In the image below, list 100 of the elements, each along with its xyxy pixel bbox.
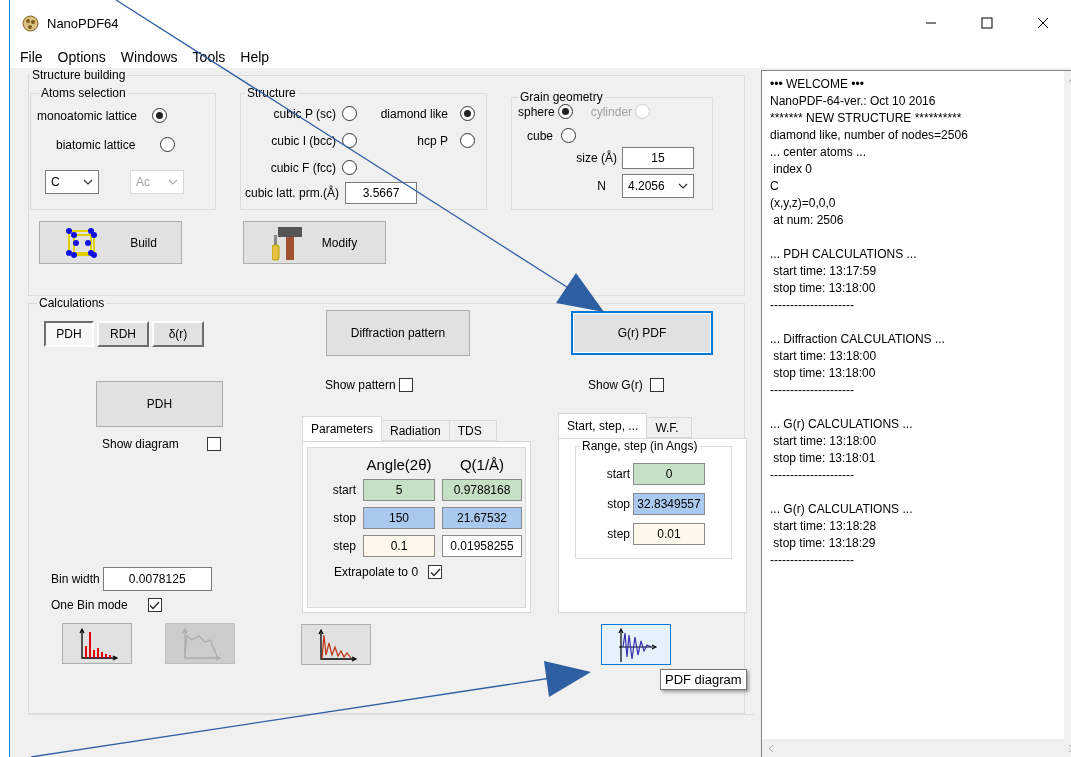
field-label: Bin width xyxy=(51,572,100,586)
radio-button[interactable] xyxy=(561,128,577,143)
log-line: ... G(r) CALCULATIONS ... xyxy=(770,501,914,518)
column-header: Angle(2θ) xyxy=(365,456,433,473)
chevron-icon xyxy=(678,183,688,189)
checkbox-label: Show G(r) xyxy=(588,378,643,392)
log-line: ******* NEW STRUCTURE ********** xyxy=(770,110,963,127)
row-label: step xyxy=(332,539,356,553)
bin-width-field[interactable]: 0.0078125 xyxy=(102,567,212,591)
checkbox-label: Show pattern xyxy=(325,378,396,392)
option-label: sphere xyxy=(518,104,555,119)
log-line: start time: 13:18:00 xyxy=(772,348,878,365)
value-field[interactable]: 21.67532 xyxy=(442,507,522,529)
mode-tab[interactable]: RDH xyxy=(97,321,149,347)
row-label: step xyxy=(607,527,630,541)
chevron-icon xyxy=(83,179,93,185)
value-field[interactable]: 5 xyxy=(363,479,435,501)
close-icon xyxy=(1037,17,1049,29)
log-line: --------------------- xyxy=(770,297,855,314)
checkbox[interactable] xyxy=(398,378,413,392)
pdh-button[interactable]: PDH xyxy=(96,381,223,427)
group-title: Grain geometry xyxy=(519,90,604,104)
log-line: NanoPDF-64-ver.: Oct 10 2016 xyxy=(770,93,937,110)
checkbox[interactable] xyxy=(649,378,664,392)
panel-tab[interactable]: Parameters xyxy=(302,416,383,441)
log-line: ... G(r) CALCULATIONS ... xyxy=(770,416,914,433)
value-field[interactable]: 0.9788168 xyxy=(442,479,522,501)
row-label: start xyxy=(606,467,630,481)
element-dropdown[interactable]: C xyxy=(45,170,99,194)
lattice-field[interactable]: 3.5667 xyxy=(345,182,418,204)
log-line: ... center atoms ... xyxy=(770,144,868,161)
checkbox[interactable] xyxy=(147,598,162,612)
value-field[interactable]: 0 xyxy=(633,463,705,485)
radio-button[interactable] xyxy=(557,104,573,119)
menu-item[interactable]: File xyxy=(19,49,44,65)
radio-button[interactable] xyxy=(342,106,357,121)
log-line: stop time: 13:18:29 xyxy=(772,535,877,552)
menu-item[interactable]: Options xyxy=(56,49,107,65)
checkbox[interactable] xyxy=(428,565,443,579)
checkbox-label: Extrapolate to 0 xyxy=(334,565,419,579)
log-line: index 0 xyxy=(772,161,814,178)
chevron-icon xyxy=(168,179,178,185)
gr-pdf-button[interactable]: G(r) PDF xyxy=(571,311,713,355)
size-field[interactable]: 15 xyxy=(622,147,694,169)
log-line: C xyxy=(770,178,780,195)
option-label: hcp P xyxy=(417,133,448,148)
radio-button[interactable] xyxy=(460,106,475,121)
log-line: diamond like, number of nodes=2506 xyxy=(770,127,969,144)
log-line: ... Diffraction CALCULATIONS ... xyxy=(770,331,946,348)
mode-tab[interactable]: δ(r) xyxy=(152,321,204,347)
modify-button[interactable]: Modify xyxy=(243,221,386,264)
plot-button[interactable] xyxy=(601,624,671,665)
diffraction-button[interactable]: Diffraction pattern xyxy=(326,310,470,356)
value-field[interactable]: 32.8349557 xyxy=(633,493,705,515)
log-line: at num: 2506 xyxy=(772,212,845,229)
row-label: stop xyxy=(332,511,356,525)
radio-button[interactable] xyxy=(460,133,475,148)
field-label: N xyxy=(597,179,606,193)
option-label: biatomic lattice xyxy=(56,137,136,152)
group-title: Structure building xyxy=(31,68,127,82)
field-label: size (Å) xyxy=(576,151,617,165)
panel-tab[interactable]: W.F. xyxy=(646,417,693,438)
log-line: start time: 13:18:28 xyxy=(772,518,878,535)
log-line: --------------------- xyxy=(770,382,855,399)
build-button[interactable]: Build xyxy=(39,221,182,264)
checkbox[interactable] xyxy=(206,437,221,451)
value-field[interactable]: 0.01 xyxy=(633,523,705,545)
log-line: --------------------- xyxy=(770,467,855,484)
log-line: (x,y,z)=0,0,0 xyxy=(770,195,837,212)
maximize-icon xyxy=(981,17,993,29)
radio-button[interactable] xyxy=(342,133,357,148)
radio-button[interactable] xyxy=(342,160,357,175)
n-dropdown[interactable]: 4.2056 xyxy=(622,174,694,198)
plot-button[interactable] xyxy=(62,623,132,664)
mode-tab[interactable]: PDH xyxy=(44,321,94,347)
plot-button[interactable] xyxy=(301,624,371,665)
window-title: NanoPDF64 xyxy=(47,15,119,31)
menu-item[interactable]: Windows xyxy=(119,49,179,65)
row-label: start xyxy=(331,483,356,497)
value-field[interactable]: 150 xyxy=(363,507,435,529)
column-header: Q(1/Å) xyxy=(458,456,506,473)
log-line: start time: 13:17:59 xyxy=(772,263,878,280)
value-field[interactable]: 0.01958255 xyxy=(442,535,522,557)
menu-item[interactable]: Help xyxy=(239,49,271,65)
log-line: stop time: 13:18:00 xyxy=(772,365,877,382)
value-field[interactable]: 0.1 xyxy=(363,535,435,557)
log-line: ... PDH CALCULATIONS ... xyxy=(770,246,918,263)
log-line: ••• WELCOME ••• xyxy=(770,76,865,93)
log-line: stop time: 13:18:01 xyxy=(772,450,877,467)
log-line: --------------------- xyxy=(770,552,855,569)
row-label: stop xyxy=(607,497,630,511)
option-label: diamond like xyxy=(380,106,448,121)
option-label: cylinder xyxy=(590,104,633,119)
radio-button[interactable] xyxy=(152,108,168,123)
panel-tab[interactable]: TDS xyxy=(448,420,497,441)
panel-tab[interactable]: Radiation xyxy=(381,420,450,441)
checkbox-label: One Bin mode xyxy=(51,598,128,612)
radio-button[interactable] xyxy=(160,137,176,152)
panel-tab[interactable]: Start, step, ... xyxy=(558,413,648,438)
option-label: cube xyxy=(527,128,554,143)
